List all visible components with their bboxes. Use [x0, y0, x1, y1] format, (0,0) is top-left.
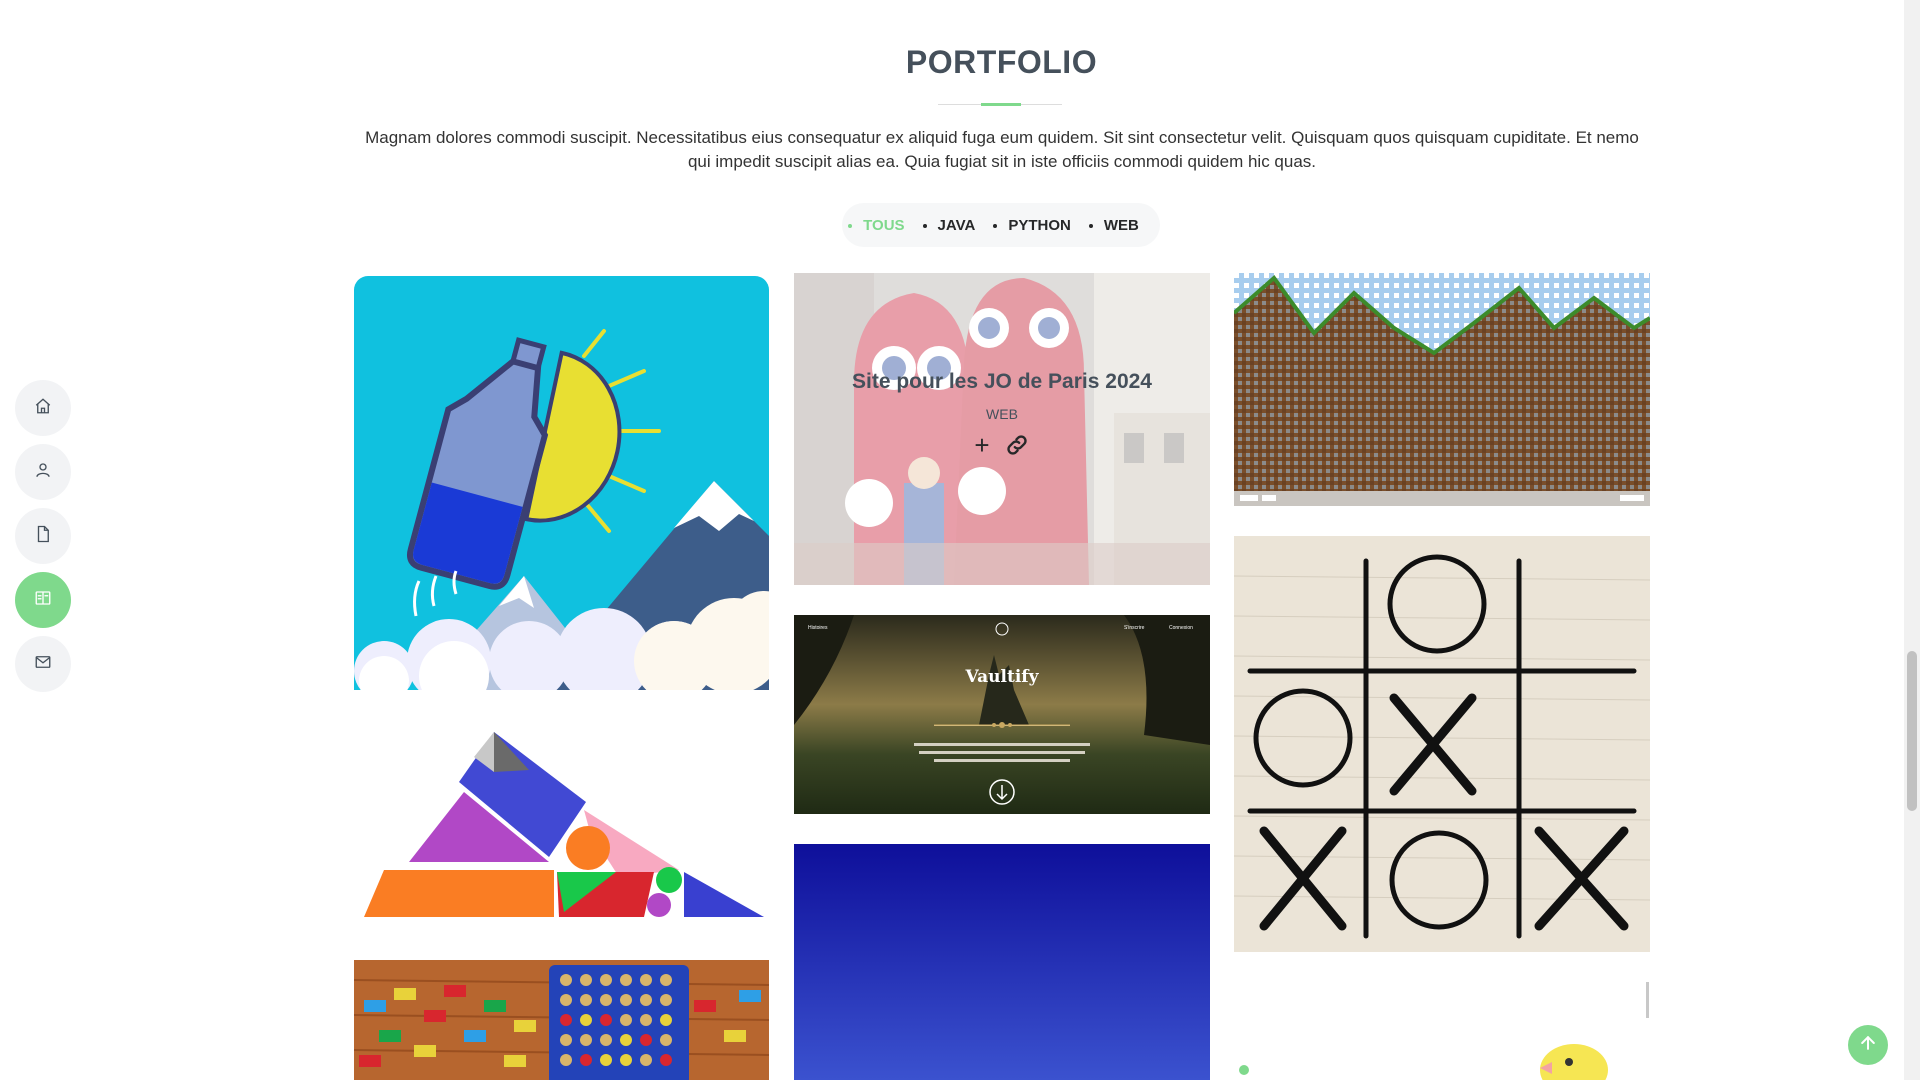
portfolio-item-blue-project[interactable] — [794, 844, 1210, 1080]
vaultify-image — [794, 615, 1210, 814]
food-pyramid-image — [354, 712, 769, 928]
nav-contact-button[interactable] — [15, 636, 71, 692]
blue-gradient-image — [794, 844, 1210, 1080]
envelope-icon — [34, 653, 52, 676]
portfolio-item-paris-2024[interactable]: Site pour les JO de Paris 2024 WEB + — [794, 273, 1210, 585]
portfolio-item-actions: + — [974, 432, 1029, 458]
section-description: Magnam dolores commodi suscipit. Necessi… — [365, 128, 1639, 171]
nav-about-button[interactable] — [15, 444, 71, 500]
portfolio-item-duck-game[interactable] — [1234, 982, 1650, 1080]
file-icon — [34, 525, 52, 548]
duck-game-image — [1234, 982, 1650, 1080]
portfolio-icon — [34, 589, 52, 612]
nav-resume-button[interactable] — [15, 508, 71, 564]
side-navigation — [15, 380, 71, 700]
portfolio-item-category: WEB — [986, 406, 1018, 422]
plus-icon[interactable]: + — [974, 432, 989, 458]
title-accent — [981, 103, 1021, 106]
portfolio-item-vaultify[interactable]: Vaultify Histoires S'inscrire Connexion — [794, 615, 1210, 814]
portfolio-filters: TOUS JAVA PYTHON WEB — [842, 203, 1160, 247]
filter-java[interactable]: JAVA — [938, 217, 976, 234]
portfolio-item-connect-four[interactable] — [354, 960, 769, 1080]
scrollbar-thumb[interactable] — [1907, 651, 1917, 811]
pixel-game-image — [1234, 273, 1650, 506]
portfolio-item-food-pyramid[interactable] — [354, 712, 769, 928]
portfolio-item-title: Site pour les JO de Paris 2024 — [852, 370, 1152, 393]
arrow-up-icon — [1858, 1033, 1878, 1058]
filter-web[interactable]: WEB — [1104, 217, 1139, 234]
portfolio-item-tic-tac-toe[interactable] — [1234, 536, 1650, 952]
filter-python[interactable]: PYTHON — [1008, 217, 1071, 234]
connect-four-image — [354, 960, 769, 1080]
portfolio-item-bottle-game[interactable] — [354, 276, 769, 690]
portfolio-item-pixel-game[interactable] — [1234, 273, 1650, 506]
vaultify-nav-left: Histoires — [808, 625, 828, 631]
bottle-game-image — [354, 276, 769, 690]
back-to-top-button[interactable] — [1848, 1025, 1888, 1065]
filter-all[interactable]: TOUS — [863, 217, 904, 234]
vaultify-nav-right-2: Connexion — [1169, 625, 1193, 631]
home-icon — [34, 397, 52, 420]
link-icon[interactable] — [1004, 432, 1030, 458]
portfolio-hover-overlay: Site pour les JO de Paris 2024 WEB + — [794, 273, 1210, 585]
tic-tac-toe-image — [1234, 536, 1650, 952]
person-icon — [34, 461, 52, 484]
nav-home-button[interactable] — [15, 380, 71, 436]
nav-portfolio-button[interactable] — [15, 572, 71, 628]
vaultify-logo: Vaultify — [965, 667, 1039, 687]
section-title: PORTFOLIO — [905, 44, 1098, 80]
vaultify-nav-right-1: S'inscrire — [1124, 625, 1145, 631]
page-scrollbar[interactable] — [1904, 0, 1920, 1080]
